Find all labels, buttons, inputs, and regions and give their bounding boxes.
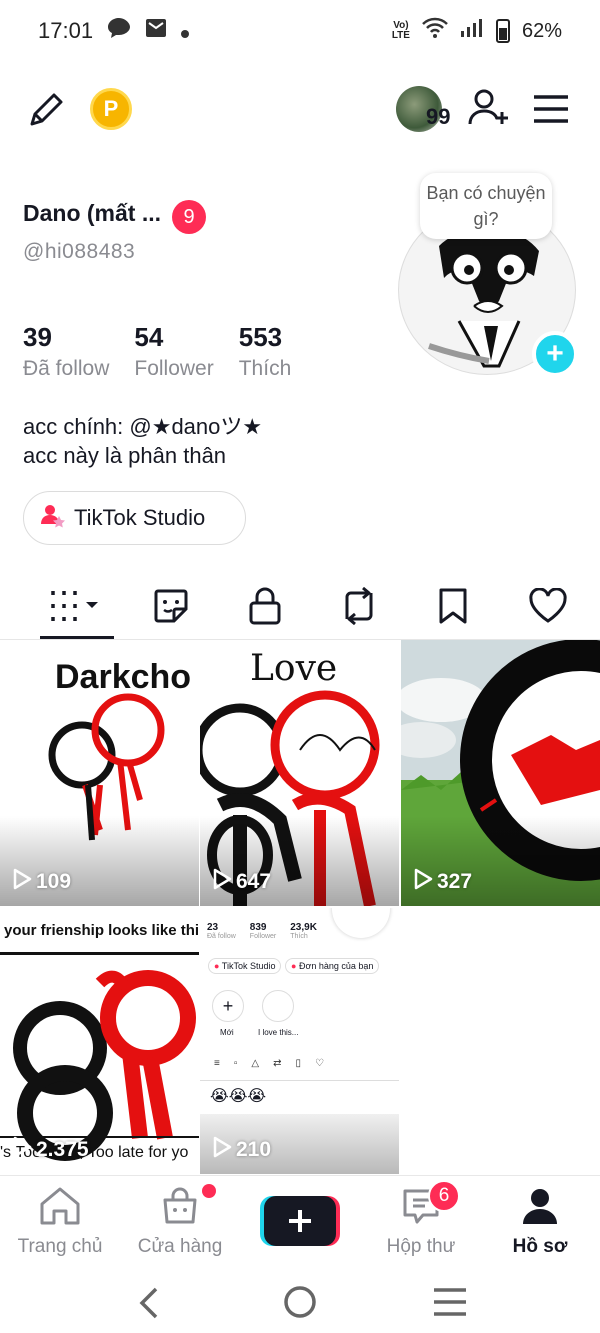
status-bar: 17:01 Vo) LTE 62% [0,0,600,62]
play-icon [212,1136,232,1164]
messenger-icon [107,17,131,45]
tab-private[interactable] [244,578,286,638]
view-count: 327 [413,868,472,896]
status-time: 17:01 [38,18,94,43]
recents-icon[interactable] [432,1286,468,1323]
username: @hi088483 [23,240,136,263]
heart-icon [528,586,568,629]
home-circle-icon[interactable] [282,1284,318,1325]
embedded-tabs: ≡▫△⇄▯♡ [214,1058,338,1069]
inbox-icon [399,1189,443,1231]
friend-avatar-button[interactable]: 99 [396,86,450,132]
menu-icon[interactable] [532,94,570,129]
embedded-tab-line [200,1080,399,1081]
battery-icon [495,19,510,43]
dot-icon [181,18,190,44]
profile-top-bar: P 99 [0,80,600,140]
repost-icon [339,586,379,630]
embedded-new-label: Mới [220,1028,234,1037]
embedded-emoji: 😭😭😭 [210,1088,267,1105]
bio-line: acc chính: @★danoツ★ [23,414,263,439]
home-icon [38,1187,82,1231]
video-tile[interactable]: your frienship looks like thi 's Too Lit… [0,908,199,1174]
embedded-story [262,990,294,1022]
video-tile[interactable]: Darkcho 109 [0,640,199,906]
embedded-avatar-edge [332,908,390,938]
notification-count: 99 [426,104,451,129]
view-count: 109 [12,868,71,896]
embedded-story-label: I love this... [258,1028,299,1037]
add-story-plus-icon[interactable]: + [532,331,578,377]
studio-icon [40,502,66,534]
stat-followers[interactable]: 54 Follower [134,322,213,381]
bookmark-icon [437,587,469,630]
profile-icon [520,1189,560,1231]
profile-stats: 39 Đã follow 54 Follower 553 Thích [23,322,291,381]
tiktok-studio-button[interactable]: TikTok Studio [23,491,246,545]
view-count: 210 [212,1136,271,1164]
tab-stickers[interactable] [150,578,192,638]
video-tile[interactable]: 327 [401,640,600,906]
video-tile[interactable]: Love 647 [200,640,399,906]
lock-icon [247,586,283,631]
play-icon [413,868,433,896]
embedded-studio: ● TikTok Studio [208,958,282,974]
nav-profile[interactable]: Hồ sơ [500,1186,580,1258]
add-friend-icon[interactable] [466,86,512,137]
video-title-text: Darkcho [55,658,191,696]
back-icon[interactable] [136,1286,164,1325]
view-count: 647 [212,868,271,896]
view-count: 2.375 [12,1136,89,1164]
name-badge: 9 [172,200,206,234]
tab-reposts[interactable] [338,578,380,638]
signal-icon [460,18,484,44]
video-tile[interactable]: 23 Đã follow 839 Follower 23,9K Thích ● Tik… [200,908,399,1174]
system-navigation-bar [0,1272,600,1333]
active-tab-indicator [40,636,114,639]
svg-text:Love: Love [250,648,337,689]
tab-favorites[interactable] [432,578,474,638]
embedded-stats: 23 Đã follow 839 Follower 23,9K Thích [207,922,317,940]
embedded-orders: ● Đơn hàng của bạn [285,958,380,974]
stat-following[interactable]: 39 Đã follow [23,322,109,381]
nav-home[interactable]: Trang chủ [14,1186,106,1258]
avatar-status-bubble[interactable]: Bạn có chuyện gì? [420,173,552,239]
mail-icon [145,17,167,45]
wifi-icon [422,17,448,45]
coin-icon[interactable]: P [90,88,132,130]
tab-liked[interactable] [526,578,570,638]
volte-indicator: Vo) LTE [391,20,410,41]
profile-tabs [0,578,600,640]
inbox-badge: 6 [428,1180,460,1212]
edit-pencil-icon[interactable] [24,88,68,137]
grid-icon [49,588,105,629]
play-icon [12,1136,32,1164]
play-icon [212,868,232,896]
tab-videos[interactable] [40,578,114,638]
studio-label: TikTok Studio [74,505,206,530]
bottom-navigation: Trang chủ Cửa hàng Hộp thư 6 Hồ sơ [0,1175,600,1270]
create-button[interactable] [260,1196,340,1246]
sticker-icon [152,587,190,630]
shopping-bag-icon [160,1187,200,1231]
bio: acc chính: @★danoツ★ acc này là phân thân [23,412,262,470]
stat-likes[interactable]: 553 Thích [239,322,292,381]
embedded-new-button: + [212,990,244,1022]
play-icon [12,868,32,896]
display-name: Dano (mất ... [23,200,162,226]
battery-percent: 62% [521,19,562,42]
shop-dot-badge [202,1184,216,1198]
bio-line: acc này là phân thân [23,443,227,468]
